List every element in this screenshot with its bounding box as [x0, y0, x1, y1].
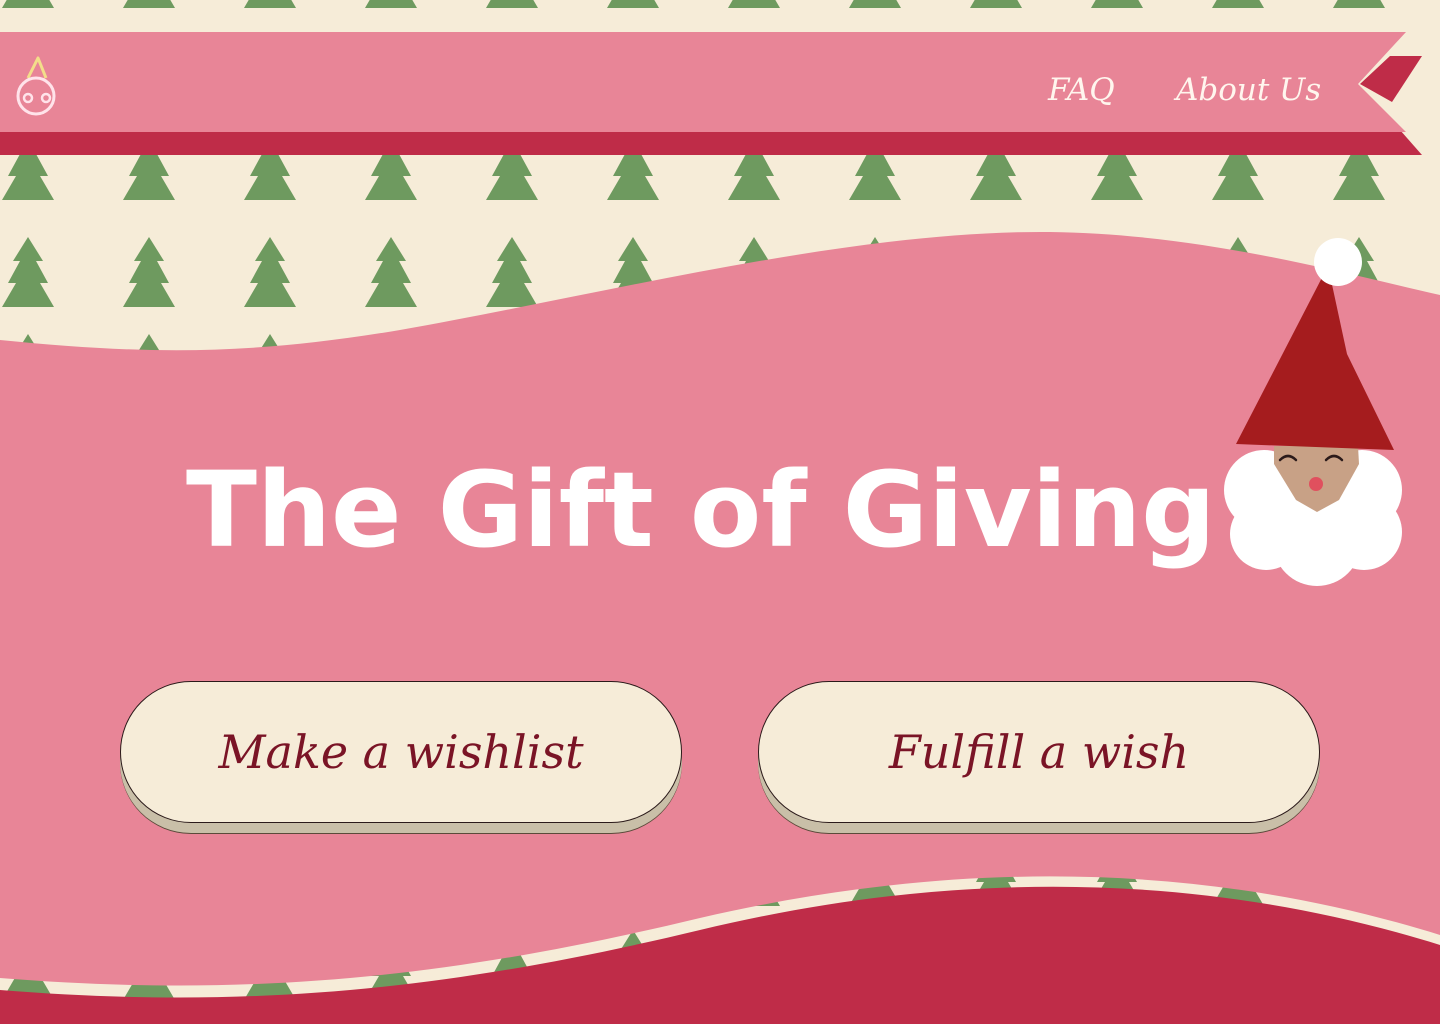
santa-face-icon: [1214, 238, 1414, 590]
nav-about-us-link[interactable]: About Us: [1176, 68, 1321, 112]
fulfill-wish-button[interactable]: Fulfill a wish: [758, 681, 1320, 823]
hero-title: The Gift of Giving: [186, 449, 1216, 571]
make-wishlist-button[interactable]: Make a wishlist: [120, 681, 682, 823]
ribbon-lower-band: [0, 130, 1422, 155]
gift-bow-icon[interactable]: [14, 54, 60, 116]
nav-faq-link[interactable]: FAQ: [1048, 68, 1115, 112]
